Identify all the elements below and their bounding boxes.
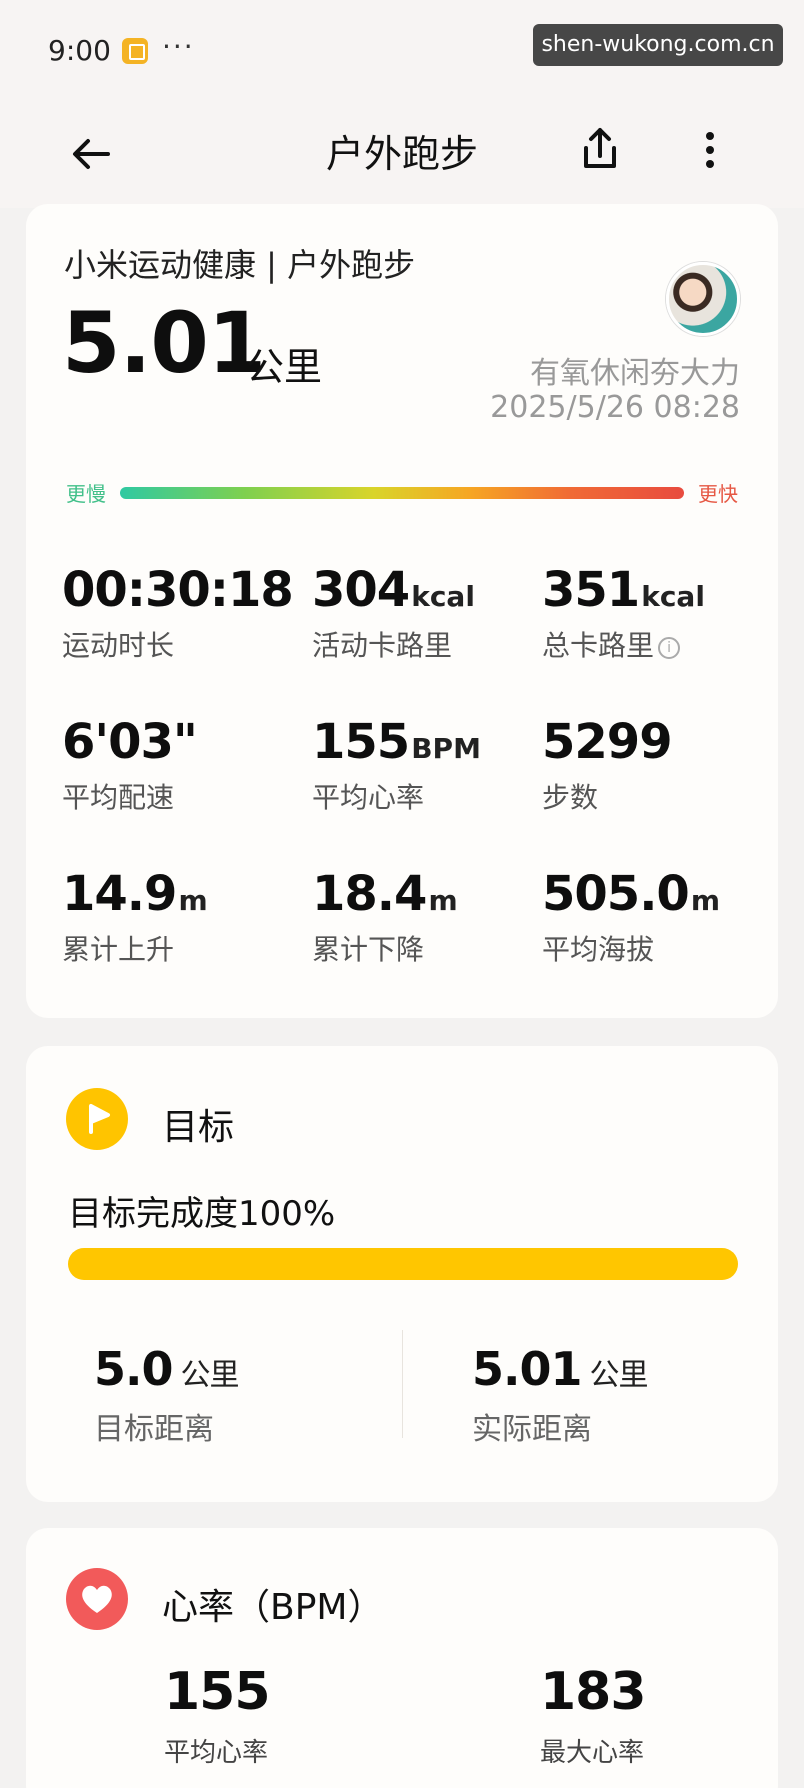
stat-unit: m [690,884,721,917]
avatar[interactable] [666,262,740,336]
stat-label: 平均心率 [312,781,425,814]
stat-unit: 公里 [589,1358,649,1393]
hr-max: 183 最大心率 [540,1662,647,1769]
watermark: shen-wukong.com.cn [533,24,783,66]
stat-value: 6'03" [62,714,198,770]
stat-elevation-gain: 14.9m 累计上升 [62,866,208,968]
stat-label: 运动时长 [62,629,175,662]
stat-label: 目标距离 [94,1412,214,1447]
share-icon [584,128,616,168]
stat-avg-heart-rate: 155BPM 平均心率 [312,714,481,816]
goal-target-distance: 5.0 公里 目标距离 [94,1342,240,1448]
stat-value: 18.4 [312,866,427,922]
goal-progress-text: 目标完成度100% [68,1194,336,1234]
stat-label: 活动卡路里 [312,629,453,662]
stat-unit: kcal [641,580,705,613]
divider [402,1330,403,1438]
stat-label: 累计下降 [312,933,425,966]
share-button[interactable] [572,120,628,180]
status-bar: 9:00 ··· shen-wukong.com.cn [0,0,804,100]
stat-value: 00:30:18 [62,562,294,618]
workout-type: 有氧休闲夯大力 [530,356,740,391]
heart-icon [66,1568,128,1630]
stat-value: 5299 [542,714,673,770]
stat-label: 平均配速 [62,781,175,814]
stat-unit: BPM [411,732,481,765]
distance-value: 5.01 [62,294,266,392]
distance-unit: 公里 [246,345,323,389]
stat-active-calories: 304kcal 活动卡路里 [312,562,475,664]
stat-unit: m [178,884,208,917]
stat-label: 步数 [542,781,599,814]
stat-avg-altitude: 505.0m 平均海拔 [542,866,720,968]
stat-label: 平均心率 [164,1738,269,1768]
stat-unit: 公里 [180,1358,240,1393]
stat-duration: 00:30:18 运动时长 [62,562,294,664]
stat-label: 实际距离 [472,1412,592,1447]
stat-label: 平均海拔 [542,933,655,966]
more-vertical-icon [706,132,714,168]
more-options-button[interactable] [690,120,730,180]
info-icon[interactable]: i [658,637,681,659]
stat-label: 最大心率 [540,1738,645,1768]
stat-value: 183 [540,1662,647,1722]
stat-value: 155 [312,714,410,770]
pace-gradient-bar [120,487,684,499]
stat-total-calories: 351kcal 总卡路里 i [542,562,705,664]
stat-elevation-loss: 18.4m 累计下降 [312,866,458,968]
stat-value: 304 [312,562,410,618]
stat-value: 505.0 [542,866,690,922]
app-header: 户外跑步 [0,100,804,208]
workout-summary-card: 小米运动健康 | 户外跑步 5.01 公里 有氧休闲夯大力 2025/5/26 … [26,204,778,1018]
source-title: 小米运动健康 | 户外跑步 [64,246,416,284]
stat-label: 累计上升 [62,933,175,966]
stat-steps: 5299 步数 [542,714,673,816]
page-title: 户外跑步 [325,132,478,176]
flag-play-icon [66,1088,128,1150]
heart-rate-card[interactable]: 心率（BPM） 155 平均心率 183 最大心率 [26,1528,778,1788]
stat-value: 5.0 [94,1342,173,1396]
hr-average: 155 平均心率 [164,1662,271,1769]
notification-icon [122,38,148,64]
goal-actual-distance: 5.01 公里 实际距离 [472,1342,649,1448]
goal-card[interactable]: 目标 目标完成度100% 5.0 公里 目标距离 5.01 公里 实际距离 [26,1046,778,1502]
pace-slow-label: 更慢 [66,482,106,506]
stat-unit: kcal [411,580,475,613]
status-time: 9:00 [48,34,111,67]
stat-label: 总卡路里 [542,629,655,662]
goal-progress-fill [68,1248,738,1280]
stat-value: 155 [164,1662,271,1722]
goal-progress-bar [68,1248,738,1280]
stat-unit: m [428,884,458,917]
heart-rate-section-title: 心率（BPM） [162,1587,384,1628]
pace-fast-label: 更快 [698,482,738,506]
stat-value: 351 [542,562,640,618]
stat-value: 5.01 [472,1342,582,1396]
goal-section-title: 目标 [162,1107,235,1148]
workout-datetime: 2025/5/26 08:28 [490,390,740,425]
more-notifications-indicator: ··· [162,30,195,63]
stat-avg-pace: 6'03" 平均配速 [62,714,198,816]
stat-value: 14.9 [62,866,177,922]
